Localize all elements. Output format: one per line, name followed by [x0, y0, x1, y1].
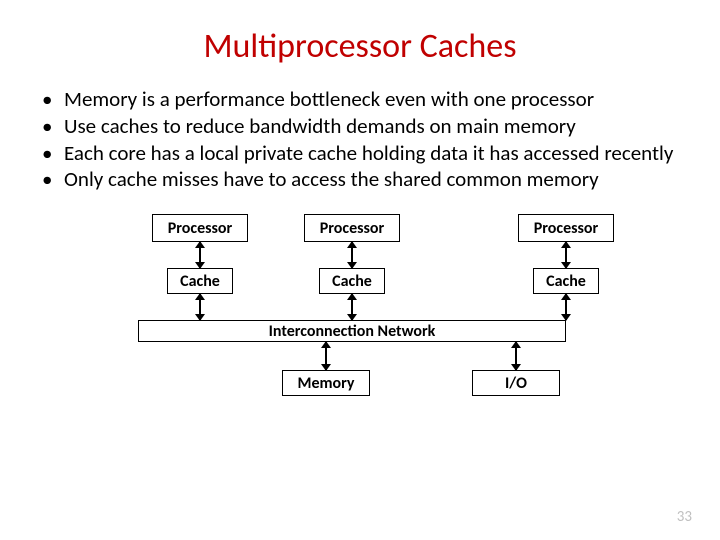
slide-title: Multiprocessor Caches: [30, 26, 690, 67]
cache-box-3: Cache: [533, 268, 599, 294]
arrow-proc-cache-2: [351, 242, 353, 268]
io-box: I/O: [472, 370, 560, 396]
arrow-net-memory: [325, 342, 327, 370]
arrow-proc-cache-1: [199, 242, 201, 268]
bullet-list: Memory is a performance bottleneck even …: [30, 87, 690, 192]
processor-box-1: Processor: [152, 214, 248, 242]
bullet-item: Memory is a performance bottleneck even …: [64, 87, 690, 112]
arrow-cache-net-1: [199, 294, 201, 320]
cache-box-1: Cache: [167, 268, 233, 294]
bullet-item: Use caches to reduce bandwidth demands o…: [64, 114, 690, 139]
slide: Multiprocessor Caches Memory is a perfor…: [0, 0, 720, 540]
arrow-cache-net-2: [351, 294, 353, 320]
architecture-diagram: Processor Processor Processor Cache Cach…: [80, 214, 640, 444]
processor-box-2: Processor: [304, 214, 400, 242]
arrow-cache-net-3: [565, 294, 567, 320]
processor-box-3: Processor: [518, 214, 614, 242]
page-number: 33: [677, 508, 692, 526]
cache-box-2: Cache: [319, 268, 385, 294]
bullet-item: Each core has a local private cache hold…: [64, 141, 690, 166]
arrow-proc-cache-3: [565, 242, 567, 268]
interconnect-box: Interconnection Network: [138, 320, 566, 342]
arrow-net-io: [515, 342, 517, 370]
memory-box: Memory: [282, 370, 370, 396]
bullet-item: Only cache misses have to access the sha…: [64, 167, 690, 192]
